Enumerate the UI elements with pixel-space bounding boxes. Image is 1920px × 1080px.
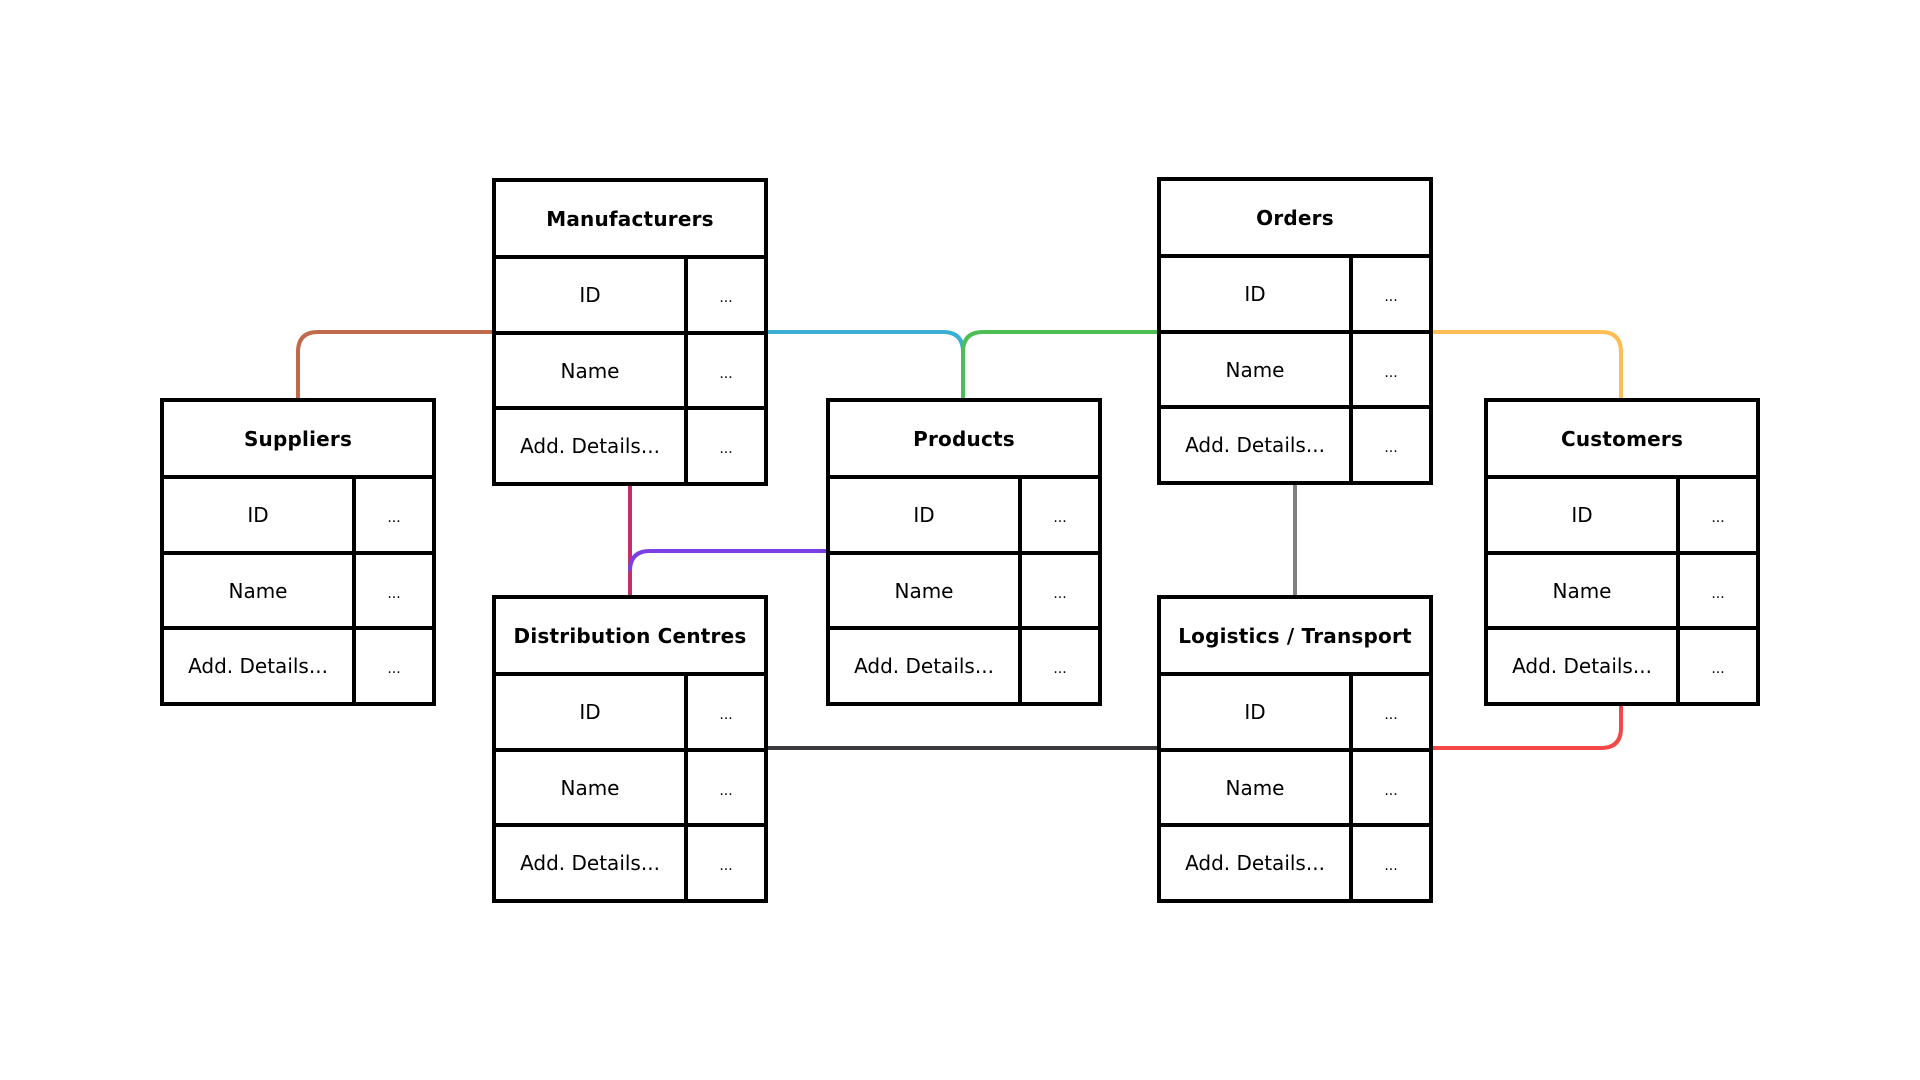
entity-title: Customers: [1488, 402, 1756, 479]
field-value: ...: [719, 365, 733, 382]
field-name: Add. Details...: [1161, 409, 1353, 482]
field-value: ...: [1053, 585, 1067, 602]
relationship-line-orders-products: [961, 330, 1157, 398]
field-row: Name...: [1161, 333, 1429, 410]
field-value: ...: [1384, 782, 1398, 799]
field-name: Add. Details...: [1488, 630, 1680, 703]
field-value: ...: [1053, 661, 1067, 678]
entity-orders[interactable]: Orders ID... Name... Add. Details......: [1157, 177, 1433, 485]
field-name: Name: [830, 554, 1022, 627]
entity-suppliers[interactable]: Suppliers ID... Name... Add. Details....…: [160, 398, 436, 706]
field-value: ...: [387, 585, 401, 602]
field-value: ...: [1053, 509, 1067, 526]
relationship-line-logistics-customers: [1433, 704, 1623, 750]
entity-title: Products: [830, 402, 1098, 479]
field-value: ...: [719, 441, 733, 458]
field-row: Name...: [164, 554, 432, 631]
field-name: Add. Details...: [496, 410, 688, 483]
field-row: ID...: [1488, 479, 1756, 555]
field-value: ...: [719, 858, 733, 875]
relationship-line-orders-customers: [1433, 330, 1623, 398]
field-name: Name: [496, 334, 688, 407]
field-row: Add. Details......: [1161, 409, 1429, 482]
field-name: ID: [1161, 676, 1353, 748]
relationship-line-manufacturers-suppliers: [296, 330, 492, 398]
entity-title: Manufacturers: [496, 182, 764, 259]
field-row: Name...: [1488, 554, 1756, 631]
field-row: Name...: [1161, 751, 1429, 828]
field-row: ID...: [164, 479, 432, 555]
field-row: ID...: [1161, 258, 1429, 334]
field-row: Name...: [496, 334, 764, 411]
field-value: ...: [1711, 585, 1725, 602]
field-value: ...: [719, 706, 733, 723]
field-row: Add. Details......: [496, 410, 764, 483]
field-name: Name: [496, 751, 688, 824]
field-value: ...: [719, 289, 733, 306]
field-name: Name: [1161, 751, 1353, 824]
entity-products[interactable]: Products ID... Name... Add. Details.....…: [826, 398, 1102, 706]
field-row: ID...: [496, 259, 764, 335]
entity-logistics-transport[interactable]: Logistics / Transport ID... Name... Add.…: [1157, 595, 1433, 903]
field-value: ...: [1384, 364, 1398, 381]
entity-distribution-centres[interactable]: Distribution Centres ID... Name... Add. …: [492, 595, 768, 903]
entity-title: Suppliers: [164, 402, 432, 479]
field-row: ID...: [1161, 676, 1429, 752]
field-row: Add. Details......: [1161, 827, 1429, 900]
entity-title: Orders: [1161, 181, 1429, 258]
field-value: ...: [387, 509, 401, 526]
field-name: Add. Details...: [496, 827, 688, 900]
field-name: ID: [496, 259, 688, 331]
field-value: ...: [387, 661, 401, 678]
entity-title: Logistics / Transport: [1161, 599, 1429, 676]
field-value: ...: [1384, 706, 1398, 723]
field-name: ID: [1488, 479, 1680, 551]
field-name: ID: [164, 479, 356, 551]
field-row: Name...: [830, 554, 1098, 631]
entity-customers[interactable]: Customers ID... Name... Add. Details....…: [1484, 398, 1760, 706]
field-name: Name: [1161, 333, 1353, 406]
relationship-line-products-distribution: [628, 549, 826, 572]
field-name: Name: [1488, 554, 1680, 627]
field-name: Name: [164, 554, 356, 627]
field-value: ...: [1384, 858, 1398, 875]
field-value: ...: [1384, 288, 1398, 305]
field-row: Add. Details......: [496, 827, 764, 900]
relationship-line-manufacturers-products: [768, 330, 965, 353]
entity-manufacturers[interactable]: Manufacturers ID... Name... Add. Details…: [492, 178, 768, 486]
field-name: ID: [1161, 258, 1353, 330]
field-value: ...: [1711, 661, 1725, 678]
field-value: ...: [1711, 509, 1725, 526]
field-name: ID: [830, 479, 1022, 551]
field-value: ...: [719, 782, 733, 799]
field-value: ...: [1384, 440, 1398, 457]
field-row: ID...: [830, 479, 1098, 555]
field-row: Name...: [496, 751, 764, 828]
entity-title: Distribution Centres: [496, 599, 764, 676]
field-name: Add. Details...: [164, 630, 356, 703]
field-name: ID: [496, 676, 688, 748]
field-row: Add. Details......: [164, 630, 432, 703]
field-name: Add. Details...: [830, 630, 1022, 703]
field-row: Add. Details......: [1488, 630, 1756, 703]
field-row: Add. Details......: [830, 630, 1098, 703]
field-name: Add. Details...: [1161, 827, 1353, 900]
field-row: ID...: [496, 676, 764, 752]
